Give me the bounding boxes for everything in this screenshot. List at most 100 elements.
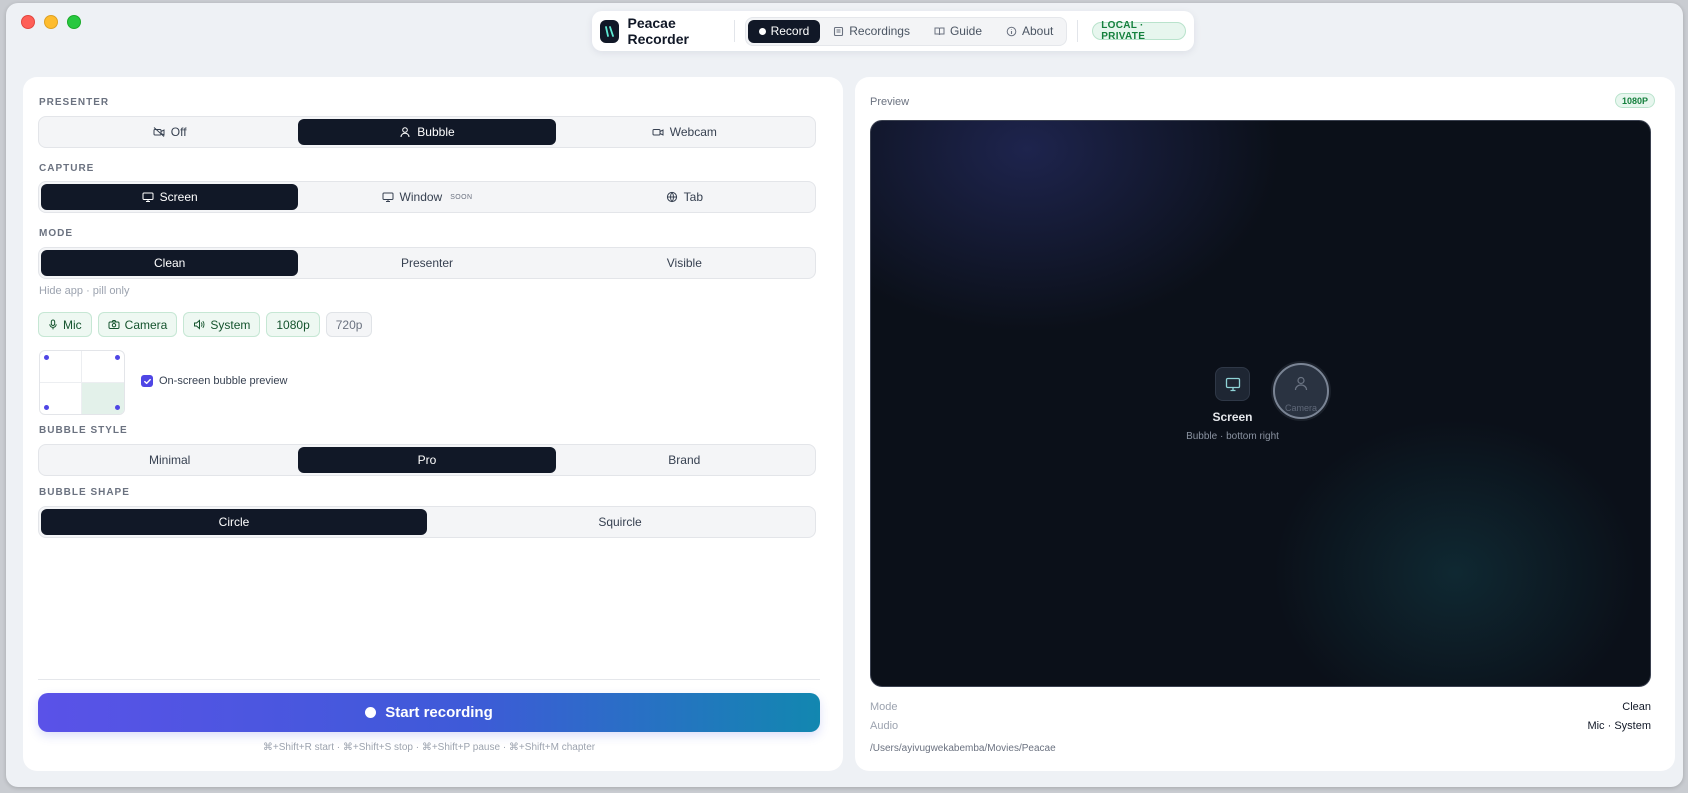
video-icon — [652, 129, 664, 136]
info-mode-value: Clean — [1622, 701, 1651, 713]
tab-recordings[interactable]: Recordings — [822, 20, 921, 43]
presenter-option-webcam[interactable]: Webcam — [556, 119, 813, 145]
chip-mic[interactable]: Mic — [38, 312, 92, 337]
camera-icon — [108, 320, 120, 329]
capture-segmented-control: Screen Window SOON Tab — [38, 181, 816, 213]
info-audio-key: Audio — [870, 720, 899, 732]
preview-canvas: Screen Bubble · bottom right Camera — [870, 120, 1651, 687]
position-bottom-right[interactable] — [82, 382, 124, 414]
position-top-right[interactable] — [82, 351, 124, 383]
bubble-position-picker — [39, 350, 125, 415]
presenter-option-off-label: Off — [170, 125, 187, 139]
top-nav: Peacae Recorder Record Recordings Guide … — [592, 11, 1194, 51]
position-dot — [115, 405, 120, 410]
minimize-window-button[interactable] — [44, 15, 58, 29]
presenter-option-bubble[interactable]: Bubble — [298, 119, 556, 145]
chip-system[interactable]: System — [183, 312, 261, 337]
tab-about-label: About — [1022, 24, 1054, 38]
tab-recordings-label: Recordings — [849, 24, 910, 38]
bubble-shape-segmented-control: Circle Squircle — [38, 506, 816, 538]
settings-panel: PRESENTER Off Bubble Webcam CAPTURE Scre… — [23, 77, 843, 771]
nav-divider-2 — [1077, 20, 1079, 42]
capture-option-tab-label: Tab — [683, 190, 703, 204]
bubble-style-segmented-control: Minimal Pro Brand — [38, 444, 816, 476]
mode-label: MODE — [39, 228, 73, 239]
capture-option-window-label: Window — [399, 190, 443, 204]
start-recording-label: Start recording — [385, 704, 493, 721]
tab-about[interactable]: About — [995, 20, 1064, 43]
position-dot — [44, 405, 49, 410]
mic-icon — [49, 319, 57, 330]
nav-divider — [733, 20, 735, 42]
preview-screen-subtitle: Bubble · bottom right — [1186, 431, 1279, 442]
position-top-left[interactable] — [40, 351, 82, 383]
mode-option-clean[interactable]: Clean — [41, 250, 299, 276]
bubble-shape-circle[interactable]: Circle — [41, 509, 427, 535]
chip-mic-label: Mic — [63, 317, 82, 332]
chip-1080p[interactable]: 1080p — [266, 312, 320, 337]
capture-option-screen[interactable]: Screen — [41, 184, 299, 210]
bubble-style-pro[interactable]: Pro — [298, 447, 556, 473]
mode-segmented-control: Clean Presenter Visible — [38, 247, 816, 279]
camera-bubble[interactable]: Camera — [1273, 363, 1329, 419]
soon-tag: SOON — [450, 193, 473, 201]
bubble-shape-squircle[interactable]: Squircle — [427, 509, 813, 535]
presenter-option-bubble-label: Bubble — [417, 125, 455, 139]
chip-camera[interactable]: Camera — [97, 312, 178, 337]
position-dot — [115, 355, 120, 360]
check-icon — [143, 378, 151, 384]
mode-option-visible[interactable]: Visible — [556, 250, 813, 276]
preview-title: Preview — [870, 96, 910, 108]
capture-label: CAPTURE — [39, 163, 95, 174]
panel-divider — [38, 679, 820, 680]
preview-panel: Preview 1080P Screen Bubble · bottom rig… — [855, 77, 1675, 771]
book-icon — [934, 27, 945, 35]
presenter-option-webcam-label: Webcam — [669, 125, 717, 139]
maximize-window-button[interactable] — [67, 15, 81, 29]
bubble-preview-label: On-screen bubble preview — [159, 375, 288, 387]
nav-tabs: Record Recordings Guide About — [744, 16, 1068, 46]
privacy-badge: LOCAL · PRIVATE — [1092, 20, 1186, 42]
position-dot — [44, 355, 49, 360]
info-mode-key: Mode — [870, 701, 898, 713]
app-logo-icon — [600, 19, 620, 43]
presenter-option-off[interactable]: Off — [41, 119, 298, 145]
close-window-button[interactable] — [21, 15, 35, 29]
bubble-style-brand[interactable]: Brand — [556, 447, 813, 473]
camera-off-icon — [153, 127, 165, 137]
window-icon — [382, 192, 394, 202]
info-row-mode: Mode Clean — [870, 701, 1651, 713]
bubble-preview-checkbox[interactable] — [141, 375, 153, 387]
mode-option-presenter[interactable]: Presenter — [298, 250, 555, 276]
preview-screen-label: Screen — [1212, 410, 1253, 424]
app-window: Peacae Recorder Record Recordings Guide … — [6, 3, 1683, 787]
tab-guide[interactable]: Guide — [923, 20, 993, 43]
bubble-shape-label: BUBBLE SHAPE — [39, 487, 130, 498]
speaker-icon — [194, 319, 205, 330]
record-dot-icon — [758, 27, 766, 35]
capture-option-window[interactable]: Window SOON — [298, 184, 555, 210]
chip-system-label: System — [210, 317, 251, 332]
info-icon — [1006, 26, 1017, 36]
keyboard-shortcuts: ⌘+Shift+R start · ⌘+Shift+S stop · ⌘+Shi… — [262, 742, 596, 753]
bubble-style-minimal[interactable]: Minimal — [41, 447, 298, 473]
resolution-badge: 1080P — [1614, 93, 1655, 108]
info-row-audio: Audio Mic · System — [870, 720, 1651, 732]
app-title: Peacae Recorder — [627, 15, 689, 47]
camera-bubble-label: Camera — [1284, 403, 1317, 413]
user-icon — [400, 127, 410, 138]
mode-hint: Hide app · pill only — [39, 285, 130, 297]
chip-720p[interactable]: 720p — [325, 312, 373, 337]
recordings-icon — [834, 26, 844, 36]
capture-option-screen-label: Screen — [159, 190, 198, 204]
capture-option-tab[interactable]: Tab — [556, 184, 813, 210]
record-icon — [365, 707, 377, 718]
chip-camera-label: Camera — [124, 317, 168, 332]
monitor-icon — [142, 192, 154, 202]
position-bottom-left[interactable] — [40, 382, 82, 414]
tab-record-label: Record — [770, 24, 810, 38]
bubble-preview-toggle[interactable]: On-screen bubble preview — [141, 375, 287, 387]
tab-record[interactable]: Record — [747, 19, 821, 43]
start-recording-button[interactable]: Start recording — [38, 693, 820, 732]
tab-guide-label: Guide — [949, 24, 982, 38]
